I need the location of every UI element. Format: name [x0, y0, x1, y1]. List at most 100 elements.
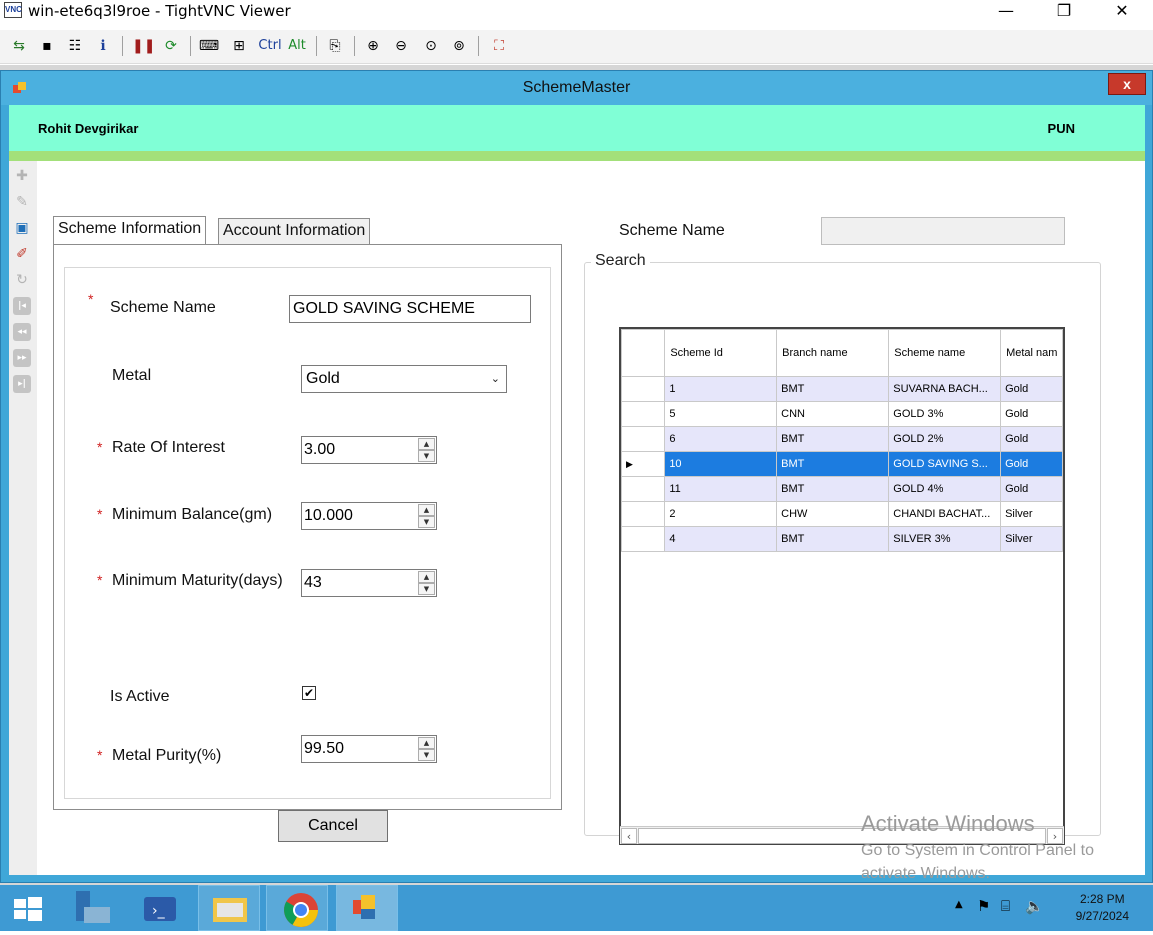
tab-scheme-information[interactable]: Scheme Information [53, 216, 207, 244]
toolbar-separator [354, 36, 355, 56]
close-button[interactable]: ✕ [1099, 0, 1145, 24]
ctrl-alt-del-icon[interactable]: ⌨ [198, 35, 220, 57]
save-icon[interactable]: ▪ [36, 35, 58, 57]
volume-muted-icon[interactable]: 🔈 [1025, 897, 1044, 915]
windows-logo-icon [14, 897, 42, 921]
new-connection-icon[interactable]: ⇆ [8, 35, 30, 57]
grid-row-header-corner [621, 329, 666, 377]
clipboard-icon[interactable]: ⎘ [324, 35, 346, 57]
metal-purity-label: Metal Purity(%) [112, 747, 222, 764]
table-row[interactable]: 5 CNN GOLD 3% Gold [621, 401, 1063, 427]
zoom-out-icon[interactable]: ⊖ [390, 35, 412, 57]
options-icon[interactable]: ☷ [64, 35, 86, 57]
zoom-in-icon[interactable]: ⊕ [362, 35, 384, 57]
fullscreen-icon[interactable]: ⛶ [488, 35, 510, 57]
window-close-button[interactable]: x [1108, 73, 1146, 95]
column-header-branch-name[interactable]: Branch name [776, 329, 890, 377]
refresh-icon[interactable]: ⟳ [160, 35, 182, 57]
taskbar: ›_ ▲ ⚑ ⌸ 🔈 2:28 PM 9/27/2024 [0, 885, 1153, 931]
vnc-title-bar: VNC win-ete6q3l9roe - TightVNC Viewer — … [0, 0, 1153, 30]
search-scheme-name-input[interactable] [821, 217, 1065, 245]
ctrl-key-button[interactable]: Ctrl [256, 35, 284, 57]
table-row[interactable]: 11 BMT GOLD 4% Gold [621, 476, 1063, 502]
branch-code: PUN [1047, 121, 1075, 136]
add-icon[interactable]: ✚ [13, 167, 31, 185]
show-hidden-icons-icon[interactable]: ▲ [955, 899, 963, 910]
refresh-icon[interactable]: ↻ [13, 271, 31, 289]
network-icon[interactable]: ⌸ [1001, 897, 1010, 915]
spin-up-icon[interactable]: ▲ [418, 571, 435, 583]
rate-of-interest-stepper[interactable]: 3.00 ▲ ▼ [301, 436, 437, 464]
column-header-scheme-name[interactable]: Scheme name [888, 329, 1002, 377]
table-row[interactable]: 2 CHW CHANDI BACHAT... Silver [621, 501, 1063, 527]
scroll-left-icon[interactable]: ‹ [621, 828, 637, 844]
toolbar-separator [316, 36, 317, 56]
row-header-current[interactable]: ▶ [621, 451, 666, 477]
cell-scheme-name: SILVER 3% [888, 526, 1002, 552]
action-center-icon[interactable]: ⚑ [977, 897, 990, 915]
minimum-maturity-stepper[interactable]: 43 ▲ ▼ [301, 569, 437, 597]
cancel-button[interactable]: Cancel [278, 810, 388, 842]
schemes-grid[interactable]: Scheme Id Branch name Scheme name Metal … [619, 327, 1065, 845]
edit-icon[interactable]: ✎ [13, 193, 31, 211]
table-row[interactable]: 6 BMT GOLD 2% Gold [621, 426, 1063, 452]
is-active-checkbox[interactable]: ✔ [302, 686, 316, 700]
previous-record-icon[interactable]: ◂◂ [13, 323, 31, 341]
win-key-icon[interactable]: ⊞ [228, 35, 250, 57]
cell-scheme-id: 1 [664, 376, 778, 402]
minimum-maturity-label: Minimum Maturity(days) [112, 572, 283, 589]
tab-account-information[interactable]: Account Information [218, 218, 371, 244]
last-record-icon[interactable]: ▸| [13, 375, 31, 393]
server-manager-taskbar-icon[interactable] [62, 885, 124, 931]
spin-down-icon[interactable]: ▼ [418, 749, 435, 761]
maximize-button[interactable]: ❐ [1041, 0, 1087, 24]
file-explorer-taskbar-icon[interactable] [198, 885, 260, 931]
vnc-app-icon: VNC [4, 2, 22, 18]
zoom-100-icon[interactable]: ⊙ [420, 35, 442, 57]
save-icon[interactable]: ▣ [13, 219, 31, 237]
spin-up-icon[interactable]: ▲ [418, 504, 435, 516]
info-icon[interactable]: ℹ [92, 35, 114, 57]
pause-icon[interactable]: ❚❚ [132, 35, 155, 57]
table-row[interactable]: 4 BMT SILVER 3% Silver [621, 526, 1063, 552]
table-row-selected[interactable]: ▶ 10 BMT GOLD SAVING S... Gold [621, 451, 1063, 477]
metal-select[interactable]: Gold ⌄ [301, 365, 507, 393]
spin-down-icon[interactable]: ▼ [418, 583, 435, 595]
clock[interactable]: 2:28 PM 9/27/2024 [1076, 891, 1129, 925]
scheme-name-input[interactable]: GOLD SAVING SCHEME [289, 295, 531, 323]
required-marker: * [97, 572, 103, 588]
spin-down-icon[interactable]: ▼ [418, 450, 435, 462]
row-header[interactable] [621, 476, 666, 502]
next-record-icon[interactable]: ▸▸ [13, 349, 31, 367]
zoom-fit-icon[interactable]: ⊚ [448, 35, 470, 57]
minimum-balance-stepper[interactable]: 10.000 ▲ ▼ [301, 502, 437, 530]
row-header[interactable] [621, 426, 666, 452]
row-header[interactable] [621, 501, 666, 527]
table-row[interactable]: 1 BMT SUVARNA BACH... Gold [621, 376, 1063, 402]
spin-up-icon[interactable]: ▲ [418, 438, 435, 450]
spin-down-icon[interactable]: ▼ [418, 516, 435, 528]
start-button[interactable] [0, 885, 56, 931]
cell-metal-name: Gold [1000, 476, 1063, 502]
minimize-button[interactable]: — [983, 0, 1029, 24]
column-header-scheme-id[interactable]: Scheme Id [664, 329, 778, 377]
chrome-taskbar-icon[interactable] [266, 885, 328, 931]
vnc-window-title: win-ete6q3l9roe - TightVNC Viewer [28, 2, 291, 20]
first-record-icon[interactable]: |◂ [13, 297, 31, 315]
powershell-taskbar-icon[interactable]: ›_ [130, 885, 192, 931]
cell-branch-name: BMT [776, 376, 890, 402]
metal-purity-stepper[interactable]: 99.50 ▲ ▼ [301, 735, 437, 763]
minimum-balance-value: 10.000 [304, 507, 353, 524]
row-header[interactable] [621, 526, 666, 552]
row-header[interactable] [621, 401, 666, 427]
column-header-metal-name[interactable]: Metal nam [1000, 329, 1063, 377]
cell-scheme-id: 2 [664, 501, 778, 527]
scheme-app-taskbar-icon[interactable] [336, 885, 398, 931]
delete-icon[interactable]: ✐ [13, 245, 31, 263]
required-marker: * [97, 439, 103, 455]
row-header[interactable] [621, 376, 666, 402]
window-title: SchemeMaster [522, 79, 631, 96]
alt-key-button[interactable]: Alt [286, 35, 308, 57]
cell-branch-name: BMT [776, 426, 890, 452]
spin-up-icon[interactable]: ▲ [418, 737, 435, 749]
